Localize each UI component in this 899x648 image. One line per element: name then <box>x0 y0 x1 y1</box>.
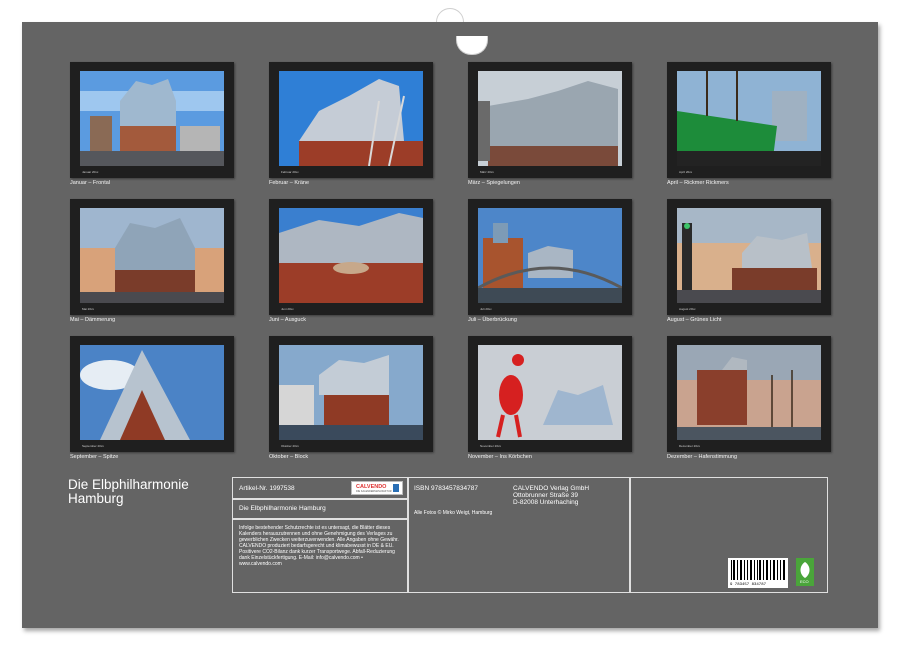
month-caption: November – Ins Körbchen <box>468 454 532 460</box>
publisher-line-1: CALVENDO Verlag GmbH <box>513 485 589 492</box>
month-tile-august: August 20xx <box>667 199 831 315</box>
month-label: Januar 20xx <box>82 170 98 174</box>
month-label: Juni 20xx <box>281 307 294 311</box>
month-tile-january: Januar 20xx <box>70 62 234 178</box>
month-tile-april: April 20xx <box>667 62 831 178</box>
month-caption: Mai – Dämmerung <box>70 317 115 323</box>
month-tile-september: September 20xx <box>70 336 234 452</box>
photo-july <box>478 208 622 303</box>
month-caption: Oktober – Block <box>269 454 308 460</box>
month-caption: Februar – Kräne <box>269 180 309 186</box>
month-label: September 20xx <box>82 444 104 448</box>
month-tile-december: Dezember 20xx <box>667 336 831 452</box>
month-label: August 20xx <box>679 307 696 311</box>
month-caption: Juli – Überbrückung <box>468 317 517 323</box>
month-tile-july: Juli 20xx <box>468 199 632 315</box>
article-number: Artikel-Nr. 1997538 <box>239 485 295 492</box>
photo-december <box>677 345 821 440</box>
month-caption: Dezember – Hafenstimmung <box>667 454 737 460</box>
imprint-box: Artikel-Nr. 1997538 CALVENDO DIE KALENDE… <box>232 477 828 593</box>
photo-january <box>80 71 224 166</box>
photo-september <box>80 345 224 440</box>
month-tile-november: November 20xx <box>468 336 632 452</box>
month-label: April 20xx <box>679 170 692 174</box>
month-tile-may: Mai 20xx <box>70 199 234 315</box>
legal-notice: Infolge bestehender Schutzrechte ist es … <box>239 525 404 567</box>
photo-november <box>478 345 622 440</box>
calendar-title: Die Elbphilharmonie Hamburg <box>68 478 218 506</box>
month-label: Februar 20xx <box>281 170 299 174</box>
month-caption: September – Spitze <box>70 454 118 460</box>
month-label: Juli 20xx <box>480 307 492 311</box>
barcode-number: 9 783457 834787 <box>730 583 766 587</box>
photo-march <box>478 71 622 166</box>
month-label: Dezember 20xx <box>679 444 700 448</box>
month-label: Mai 20xx <box>82 307 94 311</box>
month-caption: August – Grünes Licht <box>667 317 721 323</box>
photo-august <box>677 208 821 303</box>
photo-february <box>279 71 423 166</box>
month-tile-october: Oktober 20xx <box>269 336 433 452</box>
month-label: November 20xx <box>480 444 501 448</box>
month-caption: Januar – Frontal <box>70 180 110 186</box>
isbn: ISBN 9783457834787 <box>414 485 478 492</box>
calvendo-logo: CALVENDO DIE KALENDERMANUFAKTUR <box>351 481 403 495</box>
eco-label-icon: ECO <box>796 558 814 586</box>
photo-june <box>279 208 423 303</box>
photo-october <box>279 345 423 440</box>
month-label: Oktober 20xx <box>281 444 299 448</box>
month-label: März 20xx <box>480 170 494 174</box>
month-tile-june: Juni 20xx <box>269 199 433 315</box>
product-name: Die Elbphilharmonie Hamburg <box>239 505 326 512</box>
month-caption: April – Rickmer Rickmers <box>667 180 729 186</box>
photo-credit: Alle Fotos © Mirko Weigt, Hamburg <box>414 510 492 516</box>
barcode: 9 783457 834787 <box>728 558 788 588</box>
month-caption: Juni – Ausguck <box>269 317 306 323</box>
publisher-line-3: D-82008 Unterhaching <box>513 499 578 506</box>
month-tile-february: Februar 20xx <box>269 62 433 178</box>
month-tile-march: März 20xx <box>468 62 632 178</box>
month-caption: März – Spiegelungen <box>468 180 520 186</box>
photo-april <box>677 71 821 166</box>
photo-may <box>80 208 224 303</box>
hanger-cutout <box>456 36 488 55</box>
publisher-line-2: Ottobrunner Straße 39 <box>513 492 578 499</box>
